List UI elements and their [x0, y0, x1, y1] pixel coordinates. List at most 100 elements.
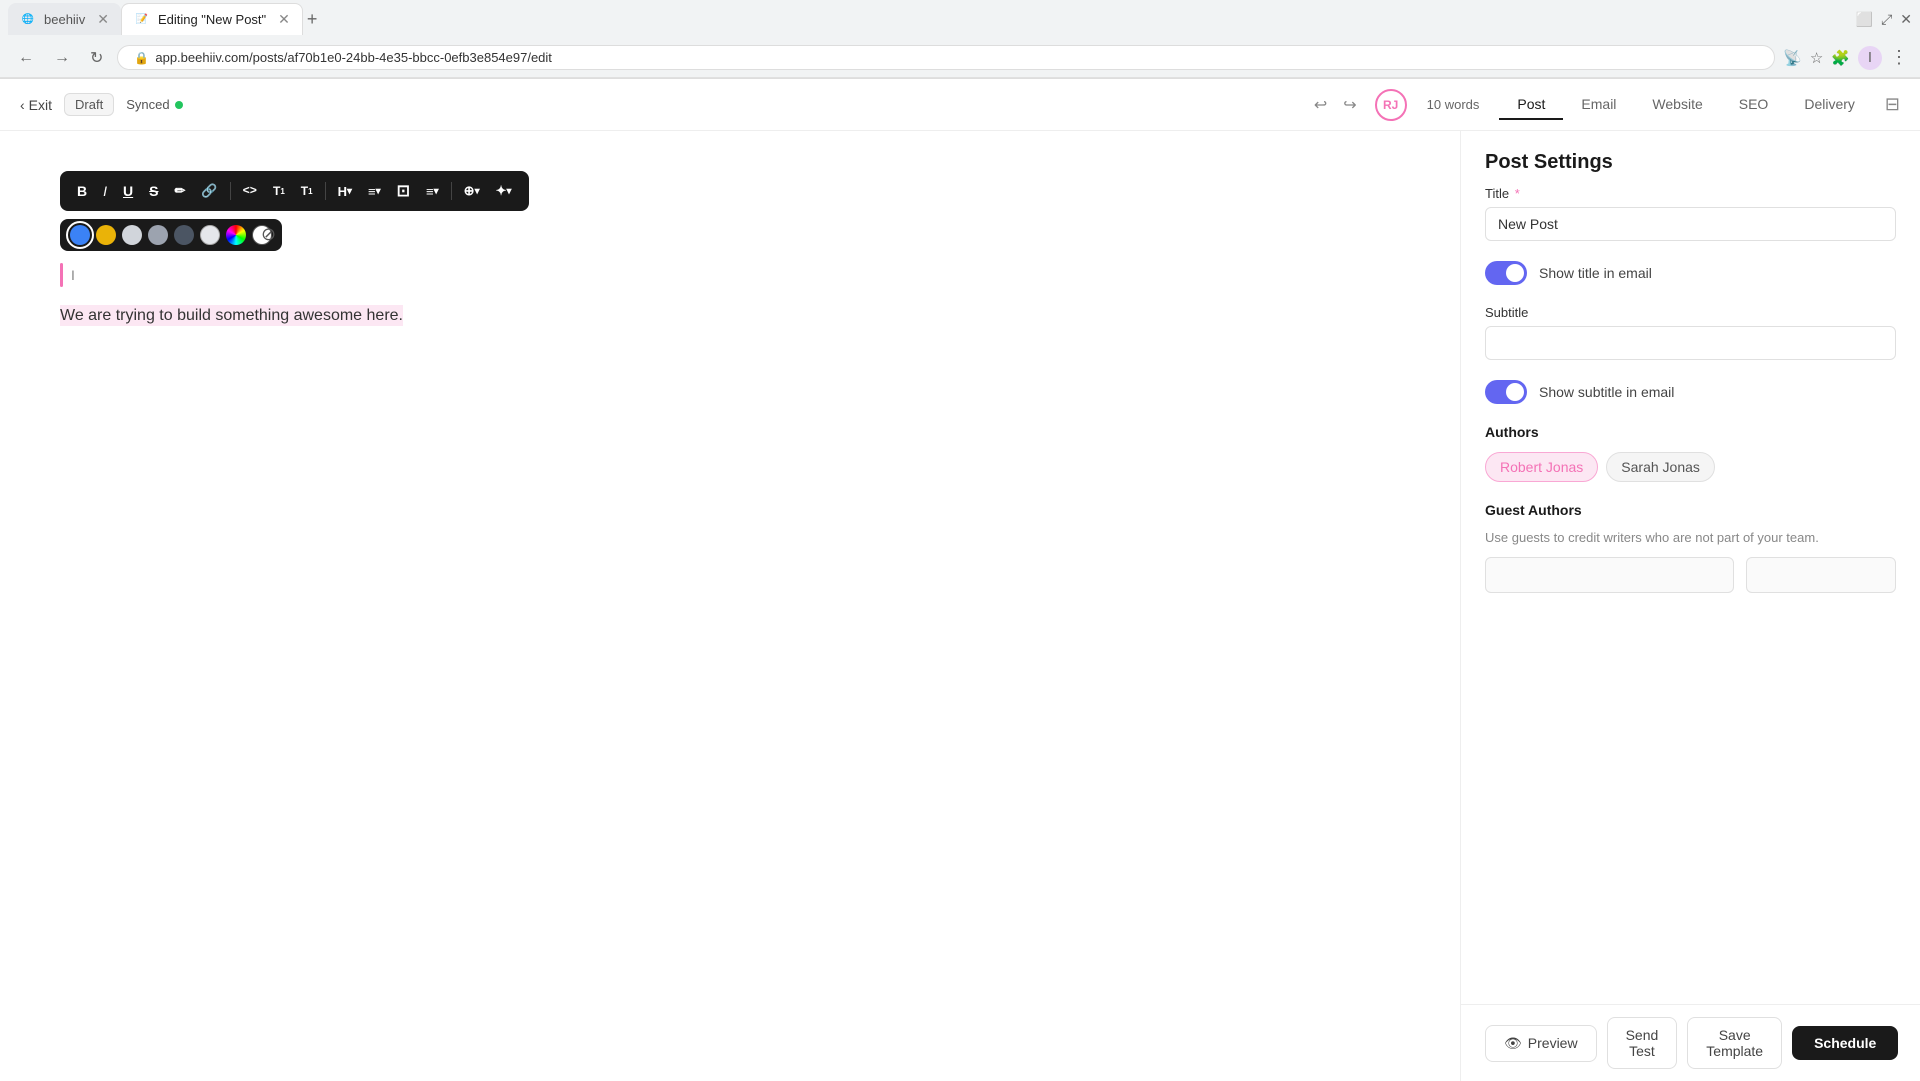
tab-post[interactable]: Post — [1499, 90, 1563, 120]
underline-button[interactable]: U — [116, 179, 140, 203]
highlight-button[interactable]: ✏ — [167, 179, 192, 203]
schedule-button[interactable]: Schedule — [1792, 1026, 1898, 1060]
reload-button[interactable]: ↻ — [84, 44, 109, 72]
back-button[interactable]: ← — [12, 45, 40, 71]
tab-beehiiv[interactable]: 🌐 beehiiv ✕ — [8, 3, 121, 35]
align-button[interactable]: ≡ ▾ — [419, 180, 446, 203]
send-test-button[interactable]: Send Test — [1607, 1017, 1678, 1069]
required-marker: * — [1511, 186, 1520, 201]
strikethrough-button[interactable]: S — [142, 179, 165, 203]
editor-content[interactable]: We are trying to build something awesome… — [60, 303, 1400, 329]
guest-authors-desc: Use guests to credit writers who are not… — [1485, 530, 1896, 545]
forward-button[interactable]: → — [48, 45, 76, 71]
tab-delivery[interactable]: Delivery — [1786, 90, 1873, 120]
editor-area[interactable]: B I U S ✏ 🔗 <> T1 T1 H ▾ ≡ ▾ ⊡ ≡ ▾ ⊕ ▾ ✦… — [0, 131, 1460, 1081]
show-title-toggle-row: Show title in email — [1485, 261, 1896, 285]
save-template-button[interactable]: Save Template — [1687, 1017, 1782, 1069]
authors-label: Authors — [1485, 424, 1896, 440]
collapse-sidebar-button[interactable]: ⊟ — [1885, 94, 1900, 115]
title-input[interactable] — [1485, 207, 1896, 241]
undo-button[interactable]: ↩ — [1308, 91, 1333, 119]
tab-beehiiv-label: beehiiv — [44, 12, 85, 27]
synced-badge: Synced — [126, 97, 182, 112]
divider-3 — [451, 182, 452, 200]
color-dark-gray[interactable] — [174, 225, 194, 245]
editor-cursor-line[interactable]: I — [60, 263, 1400, 287]
color-blue[interactable] — [70, 225, 90, 245]
editing-favicon: 📝 — [134, 12, 150, 28]
extension-icon[interactable]: 🧩 — [1831, 49, 1850, 67]
profile-icon[interactable]: I — [1858, 46, 1882, 70]
authors-list: Robert Jonas Sarah Jonas — [1485, 452, 1896, 482]
preview-button[interactable]: 👁 Preview — [1485, 1025, 1597, 1062]
color-light-gray[interactable] — [122, 225, 142, 245]
show-subtitle-toggle-row: Show subtitle in email — [1485, 380, 1896, 404]
author-sarah[interactable]: Sarah Jonas — [1606, 452, 1715, 482]
color-none[interactable]: ⊘ — [252, 225, 272, 245]
divider-1 — [230, 182, 231, 200]
superscript-button[interactable]: T1 — [266, 180, 292, 202]
main-nav: Post Email Website SEO Delivery — [1499, 90, 1873, 120]
color-white[interactable] — [200, 225, 220, 245]
subtitle-input[interactable] — [1485, 326, 1896, 360]
bold-button[interactable]: B — [70, 179, 94, 203]
guest-last-name-input[interactable] — [1746, 557, 1896, 593]
preview-icon: 👁 — [1504, 1035, 1522, 1052]
cast-icon[interactable]: 📡 — [1783, 49, 1802, 67]
subtitle-label: Subtitle — [1485, 305, 1896, 320]
cursor-position-indicator: I — [71, 267, 75, 283]
draft-badge[interactable]: Draft — [64, 93, 114, 116]
color-palette: ⊘ — [60, 219, 282, 251]
sidebar-title: Post Settings — [1485, 151, 1896, 174]
word-count: 10 words — [1427, 97, 1480, 112]
post-settings-sidebar: Post Settings Title * Show title in emai… — [1460, 131, 1920, 1081]
title-field-group: Title * — [1485, 186, 1896, 241]
show-subtitle-label: Show subtitle in email — [1539, 384, 1674, 400]
beehiiv-favicon: 🌐 — [20, 11, 36, 27]
redo-button[interactable]: ↪ — [1337, 91, 1362, 119]
link-button[interactable]: 🔗 — [194, 179, 224, 203]
tab-seo[interactable]: SEO — [1721, 90, 1787, 120]
list-button[interactable]: ≡ ▾ — [361, 180, 388, 203]
tab-beehiiv-close[interactable]: ✕ — [97, 11, 109, 28]
author-robert[interactable]: Robert Jonas — [1485, 452, 1598, 482]
block-button[interactable]: ⊡ — [390, 177, 417, 205]
ai-button[interactable]: ✦ ▾ — [489, 179, 519, 203]
bottom-action-bar: 👁 Preview Send Test Save Template Schedu… — [1461, 1004, 1920, 1081]
guest-first-name-input[interactable] — [1485, 557, 1734, 593]
subscript-button[interactable]: T1 — [294, 180, 320, 202]
embed-button[interactable]: ⊕ ▾ — [457, 179, 487, 203]
heading-button[interactable]: H ▾ — [331, 180, 359, 203]
text-cursor — [60, 263, 63, 287]
tab-website[interactable]: Website — [1634, 90, 1720, 120]
tab-editing-close[interactable]: ✕ — [278, 11, 290, 28]
show-title-toggle[interactable] — [1485, 261, 1527, 285]
subtitle-field-group: Subtitle — [1485, 305, 1896, 360]
new-tab-button[interactable]: + — [307, 9, 318, 30]
exit-button[interactable]: ‹ Exit — [20, 97, 52, 113]
format-toolbar: B I U S ✏ 🔗 <> T1 T1 H ▾ ≡ ▾ ⊡ ≡ ▾ ⊕ ▾ ✦… — [60, 171, 529, 211]
divider-2 — [325, 182, 326, 200]
url-bar[interactable]: 🔒 app.beehiiv.com/posts/af70b1e0-24bb-4e… — [117, 45, 1775, 70]
more-icon[interactable]: ⋮ — [1890, 47, 1908, 68]
italic-button[interactable]: I — [96, 179, 114, 203]
show-title-label: Show title in email — [1539, 265, 1652, 281]
color-yellow[interactable] — [96, 225, 116, 245]
synced-label: Synced — [126, 97, 169, 112]
exit-label: Exit — [29, 97, 52, 113]
color-rainbow[interactable] — [226, 225, 246, 245]
tab-email[interactable]: Email — [1563, 90, 1634, 120]
title-label: Title * — [1485, 186, 1896, 201]
url-text: app.beehiiv.com/posts/af70b1e0-24bb-4e35… — [155, 50, 552, 65]
user-avatar[interactable]: RJ — [1375, 89, 1407, 121]
tab-editing-label: Editing "New Post" — [158, 12, 266, 27]
show-subtitle-toggle[interactable] — [1485, 380, 1527, 404]
guest-authors-inputs — [1485, 557, 1896, 593]
guest-authors-label: Guest Authors — [1485, 502, 1896, 518]
code-button[interactable]: <> — [236, 180, 264, 202]
color-mid-gray[interactable] — [148, 225, 168, 245]
highlighted-text: We are trying to build something awesome… — [60, 305, 403, 326]
preview-label: Preview — [1528, 1035, 1578, 1051]
bookmark-icon[interactable]: ☆ — [1810, 49, 1823, 67]
tab-editing[interactable]: 📝 Editing "New Post" ✕ — [121, 3, 303, 35]
